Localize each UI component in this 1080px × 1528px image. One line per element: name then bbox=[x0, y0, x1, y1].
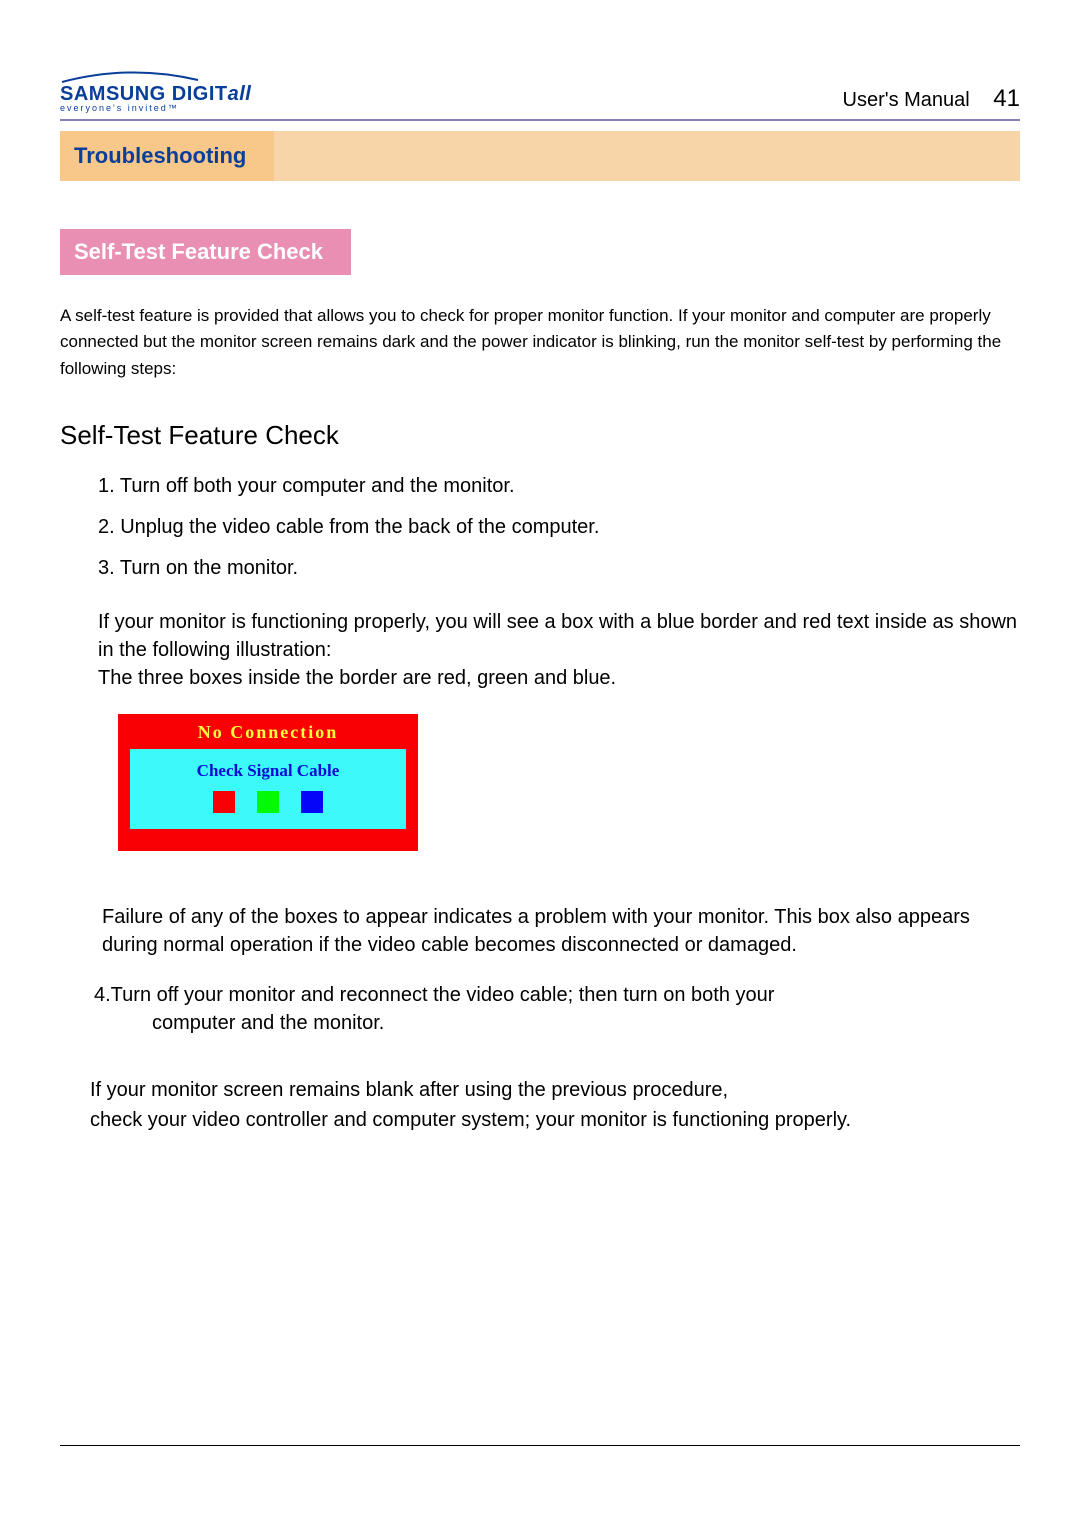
header-right: User's Manual 41 bbox=[843, 85, 1020, 113]
intro-paragraph: A self-test feature is provided that all… bbox=[60, 303, 1020, 382]
red-square-icon bbox=[213, 791, 235, 813]
failure-paragraph: Failure of any of the boxes to appear in… bbox=[102, 903, 982, 959]
step-1: 1. Turn off both your computer and the m… bbox=[98, 475, 1020, 498]
page-number: 41 bbox=[993, 85, 1020, 112]
header-row: SAMSUNG DIGITall everyone's invited™ Use… bbox=[60, 70, 1020, 121]
diagram-inner: Check Signal Cable bbox=[130, 749, 406, 829]
step-3: 3. Turn on the monitor. bbox=[98, 557, 1020, 580]
section-title: Troubleshooting bbox=[60, 131, 274, 181]
self-test-diagram: No Connection Check Signal Cable bbox=[118, 714, 418, 851]
samsung-logo: SAMSUNG DIGITall everyone's invited™ bbox=[60, 70, 251, 113]
body-paragraph-1: If your monitor is functioning properly,… bbox=[98, 608, 1020, 692]
blue-square-icon bbox=[301, 791, 323, 813]
page-content: SAMSUNG DIGITall everyone's invited™ Use… bbox=[60, 70, 1020, 1468]
rgb-squares bbox=[140, 791, 396, 813]
final-paragraph: If your monitor screen remains blank aft… bbox=[90, 1075, 1020, 1135]
section-bar: Troubleshooting bbox=[60, 131, 1020, 181]
green-square-icon bbox=[257, 791, 279, 813]
diagram-inner-title: Check Signal Cable bbox=[140, 761, 396, 781]
logo-brand: SAMSUNG DIGITall bbox=[60, 83, 251, 105]
logo-swoosh-icon bbox=[60, 70, 200, 84]
step-2: 2. Unplug the video cable from the back … bbox=[98, 516, 1020, 539]
diagram-title: No Connection bbox=[130, 722, 406, 749]
logo-tagline: everyone's invited™ bbox=[60, 104, 251, 113]
step-4: 4.Turn off your monitor and reconnect th… bbox=[94, 981, 1020, 1037]
steps-list: 1. Turn off both your computer and the m… bbox=[98, 475, 1020, 580]
footer-rule bbox=[60, 1445, 1020, 1446]
heading-selftest: Self-Test Feature Check bbox=[60, 420, 1020, 451]
subheading: Self-Test Feature Check bbox=[60, 229, 351, 275]
doc-title: User's Manual bbox=[843, 89, 970, 111]
